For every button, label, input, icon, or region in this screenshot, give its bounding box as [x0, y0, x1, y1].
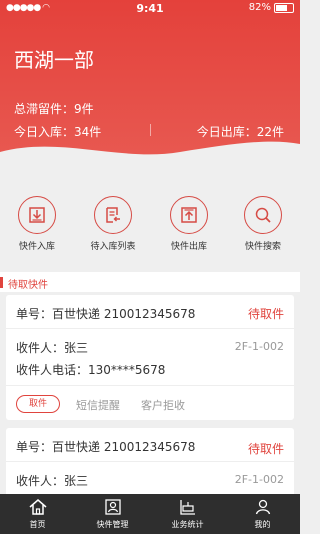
battery-icon	[274, 2, 294, 13]
list-return-icon	[94, 196, 132, 234]
header-wave	[0, 141, 300, 168]
outbox-upload-icon	[170, 196, 208, 234]
parcel-card[interactable]: 单号：百世快递 210012345678 待取件 收件人：张三 2F-1-002…	[6, 295, 294, 420]
take-parcel-button[interactable]: 取件	[16, 395, 60, 413]
tab-statistics[interactable]: 业务统计	[150, 494, 225, 534]
action-label: 快件出库	[170, 242, 207, 252]
battery-fill	[276, 4, 287, 11]
action-label: 待入库列表	[90, 242, 136, 252]
tracking-number: 单号：百世快递 210012345678	[16, 440, 196, 454]
tab-parcel-management[interactable]: 快件管理	[75, 494, 150, 534]
status-bar: ●●●●● ◠ 9:41 82%	[0, 0, 300, 16]
recipient-name: 收件人：张三	[16, 341, 89, 355]
tab-label: 业务统计	[171, 520, 204, 529]
divider	[6, 328, 294, 329]
action-search[interactable]: 快件搜索	[228, 196, 298, 252]
search-icon	[244, 196, 282, 234]
recipient-phone: 收件人电话：130****5678	[16, 363, 166, 377]
package-manage-icon	[75, 497, 150, 517]
section-title: 待取快件	[8, 280, 48, 291]
action-pending-list[interactable]: 待入库列表	[78, 196, 148, 252]
action-express-out[interactable]: 快件出库	[154, 196, 224, 252]
section-header: 待取快件	[0, 272, 300, 292]
sms-reminder-button[interactable]: 短信提醒	[76, 397, 120, 413]
tab-bar: 首页 快件管理 业务统计 我的	[0, 494, 300, 534]
home-icon	[0, 497, 75, 517]
inbox-download-icon	[18, 196, 56, 234]
battery-text: 82%	[248, 2, 271, 13]
header: ●●●●● ◠ 9:41 82% 西湖一部 总滞留件：9件 今日入库：34件 今…	[0, 0, 300, 168]
page-title: 西湖一部	[14, 48, 94, 72]
statistics-icon	[150, 497, 225, 517]
action-express-in[interactable]: 快件入库	[2, 196, 72, 252]
tab-mine[interactable]: 我的	[225, 494, 300, 534]
status-badge: 待取件	[247, 442, 284, 456]
action-label: 快件搜索	[244, 242, 281, 252]
total-stranded-stat: 总滞留件：9件	[14, 102, 94, 116]
section-accent-bar	[0, 277, 3, 288]
tab-label: 快件管理	[96, 520, 129, 529]
tab-home[interactable]: 首页	[0, 494, 75, 534]
tab-label: 首页	[29, 520, 46, 529]
recipient-name: 收件人：张三	[16, 474, 89, 488]
action-label: 快件入库	[18, 242, 55, 252]
divider	[6, 385, 294, 386]
tracking-number: 单号：百世快递 210012345678	[16, 307, 196, 321]
shelf-location: 2F-1-002	[234, 340, 284, 353]
divider	[6, 461, 294, 462]
customer-reject-button[interactable]: 客户拒收	[141, 397, 185, 413]
quick-actions: 快件入库 待入库列表 快件出库 快件搜索	[0, 168, 300, 268]
tab-label: 我的	[254, 520, 271, 529]
status-badge: 待取件	[247, 307, 284, 321]
shelf-location: 2F-1-002	[234, 473, 284, 486]
user-icon	[225, 497, 300, 517]
